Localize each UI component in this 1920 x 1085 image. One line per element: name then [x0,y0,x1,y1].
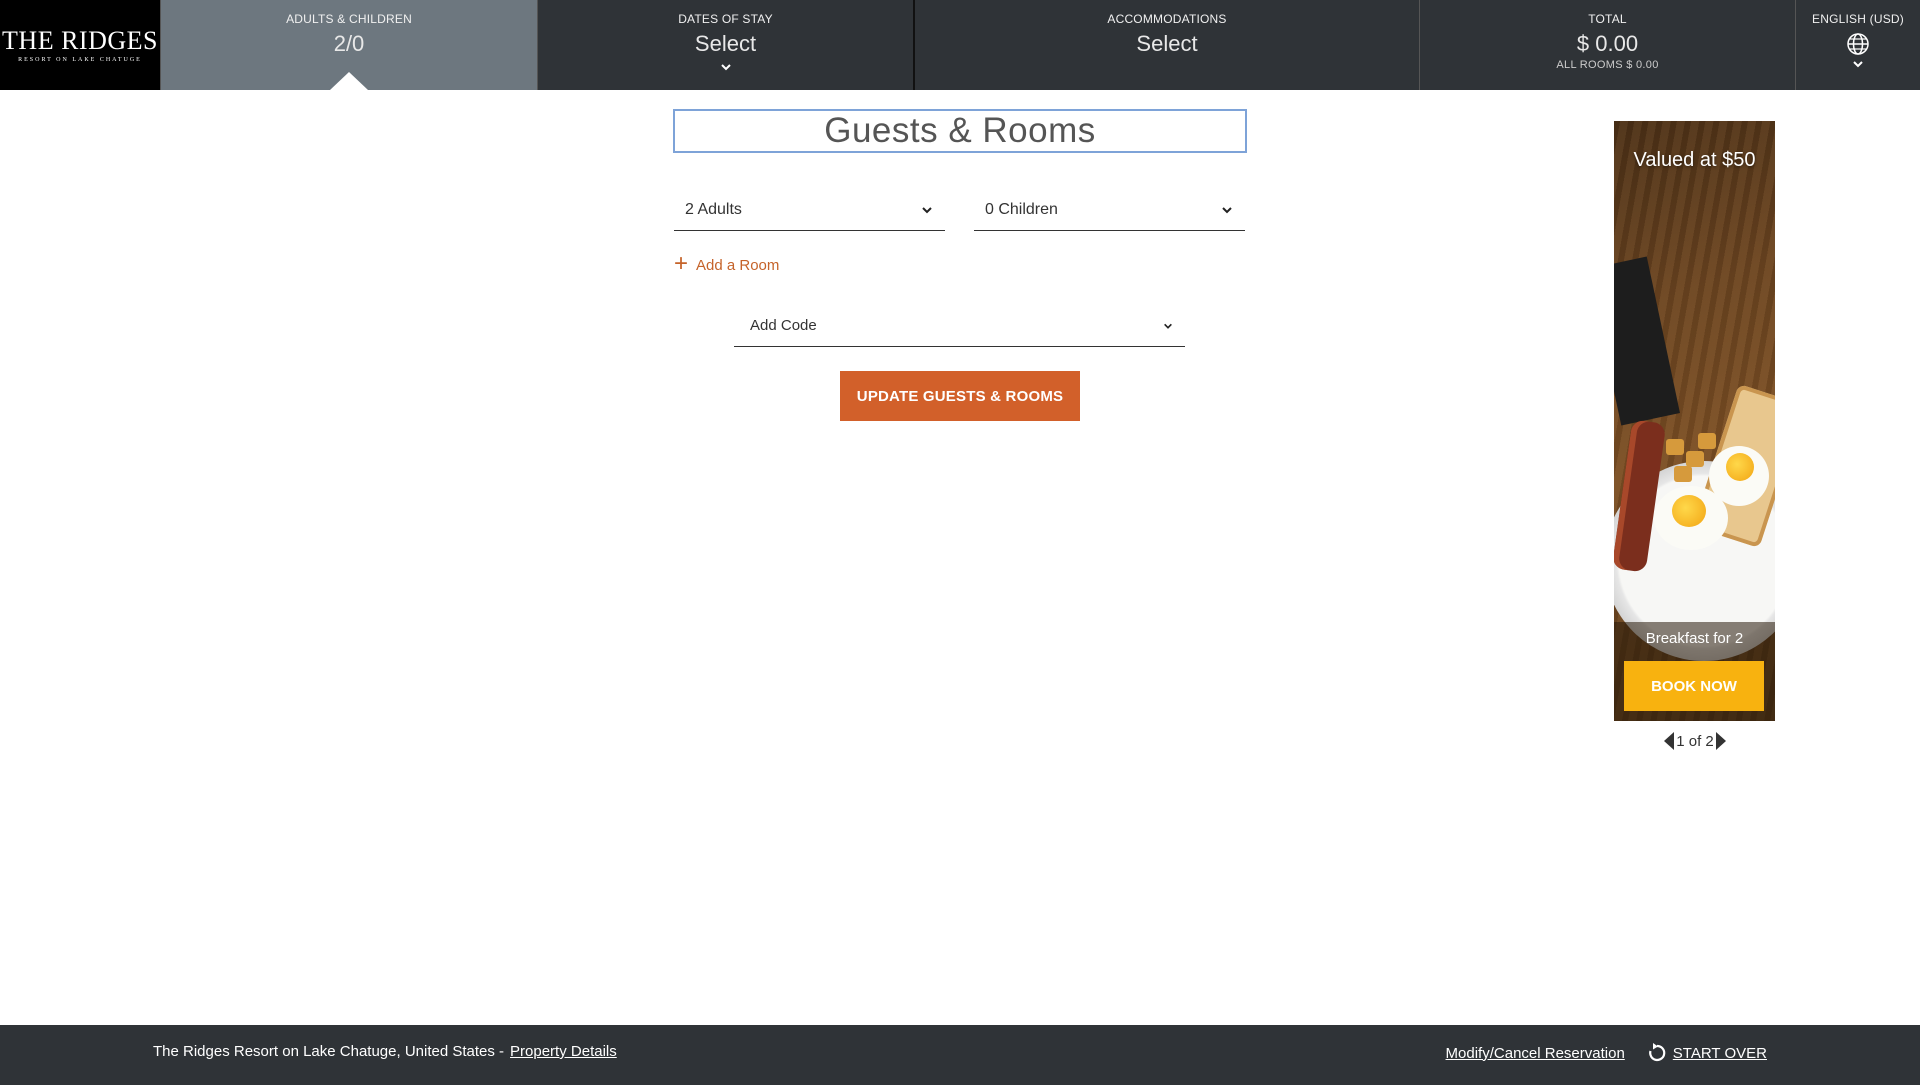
logo-text: THE RIDGES [2,25,158,55]
chevron-down-icon [1164,323,1172,329]
nav-accommodations[interactable]: ACCOMMODATIONS Select [915,0,1420,90]
promo-caption: Breakfast for 2 [1645,630,1744,647]
plus-icon: + [674,250,689,277]
prev-arrow-icon[interactable] [1664,732,1675,750]
nav-accommodations-label: ACCOMMODATIONS [1107,12,1227,26]
children-select-value: 0 Children [985,200,1058,218]
add-code-select[interactable]: Add Code [734,305,1185,347]
promo-image-potato [1674,466,1692,482]
chevron-down-icon [720,64,731,71]
active-pointer [330,72,368,90]
promo-banner[interactable]: Valued at $50 Breakfast for 2 BOOK NOW [1614,121,1775,721]
promo-image-potato [1686,451,1704,467]
nav-adults-children-value: 2/0 [333,31,365,56]
promo-image-yolk [1726,453,1754,481]
adults-select[interactable]: 2 Adults [674,189,945,231]
adults-select-value: 2 Adults [685,200,742,218]
nav-dates-value: Select [694,31,757,56]
nav-total[interactable]: TOTAL $ 0.00 ALL ROOMS $ 0.00 [1420,0,1796,90]
nav-total-subvalue: ALL ROOMS $ 0.00 [1556,59,1659,71]
children-select[interactable]: 0 Children [974,189,1245,231]
promo-image-yolk [1672,495,1706,527]
footer-actions: Modify/Cancel Reservation START OVER [1446,1043,1767,1063]
modify-cancel-link[interactable]: Modify/Cancel Reservation [1446,1045,1625,1062]
chevron-down-icon [1222,206,1232,213]
top-nav: THE RIDGES RESORT ON LAKE CHATUGE ADULTS… [0,0,1920,90]
add-code-value: Add Code [750,317,817,334]
promo-pager: 1 of 2 [1660,732,1730,750]
start-over-link[interactable]: START OVER [1647,1043,1767,1063]
nav-language[interactable]: ENGLISH (USD) [1796,0,1920,90]
nav-total-value: $ 0.00 [1576,31,1639,56]
nav-accommodations-value: Select [1136,31,1198,56]
footer-property-info: The Ridges Resort on Lake Chatuge, Unite… [153,1043,617,1060]
next-arrow-icon[interactable] [1715,732,1726,750]
chevron-down-icon [1853,61,1863,68]
logo-subtext: RESORT ON LAKE CHATUGE [18,56,142,63]
promo-image-potato [1666,439,1684,455]
chevron-down-icon [922,206,932,213]
restart-icon [1648,1043,1666,1062]
promo-pager-text: 1 of 2 [1676,732,1714,750]
footer-property-name: The Ridges Resort on Lake Chatuge, Unite… [153,1043,505,1060]
add-room-label: Add a Room [696,257,780,274]
nav-dates-of-stay[interactable]: DATES OF STAY Select [538,0,915,90]
nav-adults-children[interactable]: ADULTS & CHILDREN 2/0 [161,0,538,90]
property-details-link[interactable]: Property Details [510,1043,617,1060]
nav-total-label: TOTAL [1588,12,1627,26]
start-over-label: START OVER [1672,1044,1767,1062]
promo-headline: Valued at $50 [1633,149,1756,171]
add-room-link[interactable]: + Add a Room [674,250,780,277]
promo-image-potato [1698,433,1716,449]
panel-title: Guests & Rooms [673,109,1247,153]
globe-icon [1847,33,1869,55]
update-guests-rooms-button[interactable]: UPDATE GUESTS & ROOMS [840,371,1080,421]
nav-adults-children-label: ADULTS & CHILDREN [286,12,412,26]
logo[interactable]: THE RIDGES RESORT ON LAKE CHATUGE [0,0,161,90]
nav-language-label: ENGLISH (USD) [1812,12,1904,26]
nav-dates-label: DATES OF STAY [678,12,773,26]
book-now-button[interactable]: BOOK NOW [1624,661,1764,711]
footer: The Ridges Resort on Lake Chatuge, Unite… [0,1025,1920,1085]
